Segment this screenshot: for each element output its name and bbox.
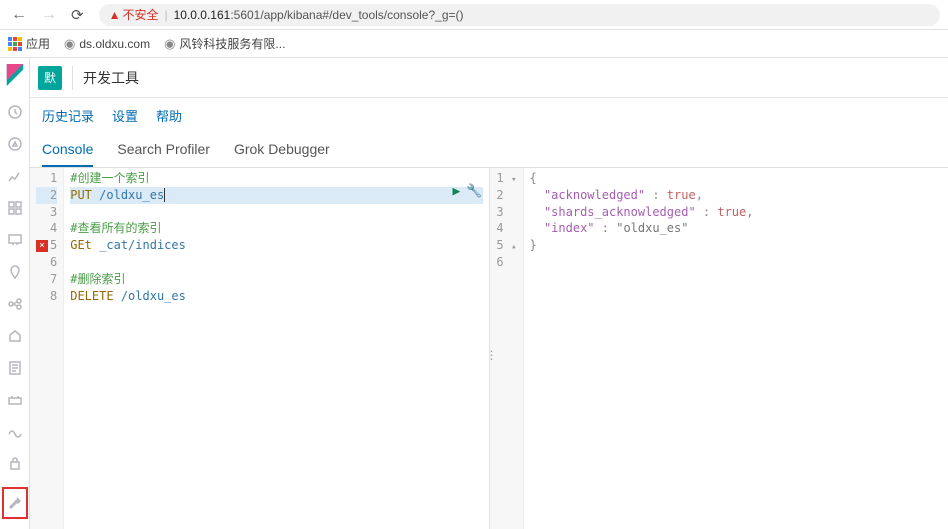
request-editor[interactable]: 1234×5678 ▶ 🔧 #创建一个索引PUT /oldxu_es #查看所有… xyxy=(30,168,489,529)
address-bar[interactable]: ▲ 不安全 | 10.0.0.161:5601/app/kibana#/dev_… xyxy=(99,4,940,26)
bookmark-fengling[interactable]: ◉ 风铃科技服务有限... xyxy=(164,35,285,52)
kibana-logo-icon[interactable] xyxy=(6,64,24,89)
tab-console[interactable]: Console xyxy=(42,141,93,167)
request-actions-icon[interactable]: 🔧 xyxy=(466,183,482,201)
app-badge: 默 xyxy=(38,66,62,90)
devtools-tabs: Console Search Profiler Grok Debugger xyxy=(30,133,948,168)
back-arrow-icon[interactable]: ← xyxy=(8,6,30,24)
globe-icon: ◉ xyxy=(64,36,75,52)
nav-maps-icon[interactable] xyxy=(6,263,24,281)
app-header: 默 开发工具 xyxy=(30,58,948,98)
apps-button[interactable]: 应用 xyxy=(8,35,50,52)
bookmark-bar: 应用 ◉ ds.oldxu.com ◉ 风铃科技服务有限... xyxy=(0,30,948,58)
nav-canvas-icon[interactable] xyxy=(6,231,24,249)
forward-arrow-icon[interactable]: → xyxy=(38,6,60,24)
console-links: 历史记录 设置 帮助 xyxy=(30,98,948,133)
nav-siem-icon[interactable] xyxy=(6,455,24,473)
kibana-sidenav xyxy=(0,58,30,529)
apps-grid-icon xyxy=(8,37,22,51)
pane-splitter[interactable] xyxy=(489,168,490,529)
page-title: 开发工具 xyxy=(83,68,139,88)
nav-visualize-icon[interactable] xyxy=(6,167,24,185)
nav-logs-icon[interactable] xyxy=(6,359,24,377)
browser-toolbar: ← → ⟳ ▲ 不安全 | 10.0.0.161:5601/app/kibana… xyxy=(0,0,948,30)
url-divider: | xyxy=(164,8,167,22)
run-request-icon[interactable]: ▶ xyxy=(452,183,460,201)
nav-dashboard-icon[interactable] xyxy=(6,199,24,217)
not-secure-warning: ▲ 不安全 xyxy=(109,6,159,23)
history-link[interactable]: 历史记录 xyxy=(42,106,94,125)
url-text: 10.0.0.161:5601/app/kibana#/dev_tools/co… xyxy=(174,8,464,22)
nav-apm-icon[interactable] xyxy=(6,391,24,409)
nav-uptime-icon[interactable] xyxy=(6,423,24,441)
response-viewer[interactable]: 1 ▾2 3 4 5 ▴6 { "acknowledged" : true, "… xyxy=(490,168,948,529)
nav-discover-icon[interactable] xyxy=(6,135,24,153)
tab-grok-debugger[interactable]: Grok Debugger xyxy=(234,141,330,167)
nav-infra-icon[interactable] xyxy=(6,327,24,345)
globe-icon: ◉ xyxy=(164,36,175,52)
bookmark-ds[interactable]: ◉ ds.oldxu.com xyxy=(64,36,150,52)
settings-link[interactable]: 设置 xyxy=(112,106,138,125)
nav-recent-icon[interactable] xyxy=(6,103,24,121)
nav-ml-icon[interactable] xyxy=(6,295,24,313)
tab-search-profiler[interactable]: Search Profiler xyxy=(117,141,210,167)
help-link[interactable]: 帮助 xyxy=(156,106,182,125)
reload-icon[interactable]: ⟳ xyxy=(68,6,87,24)
nav-devtools-icon[interactable] xyxy=(2,487,28,519)
